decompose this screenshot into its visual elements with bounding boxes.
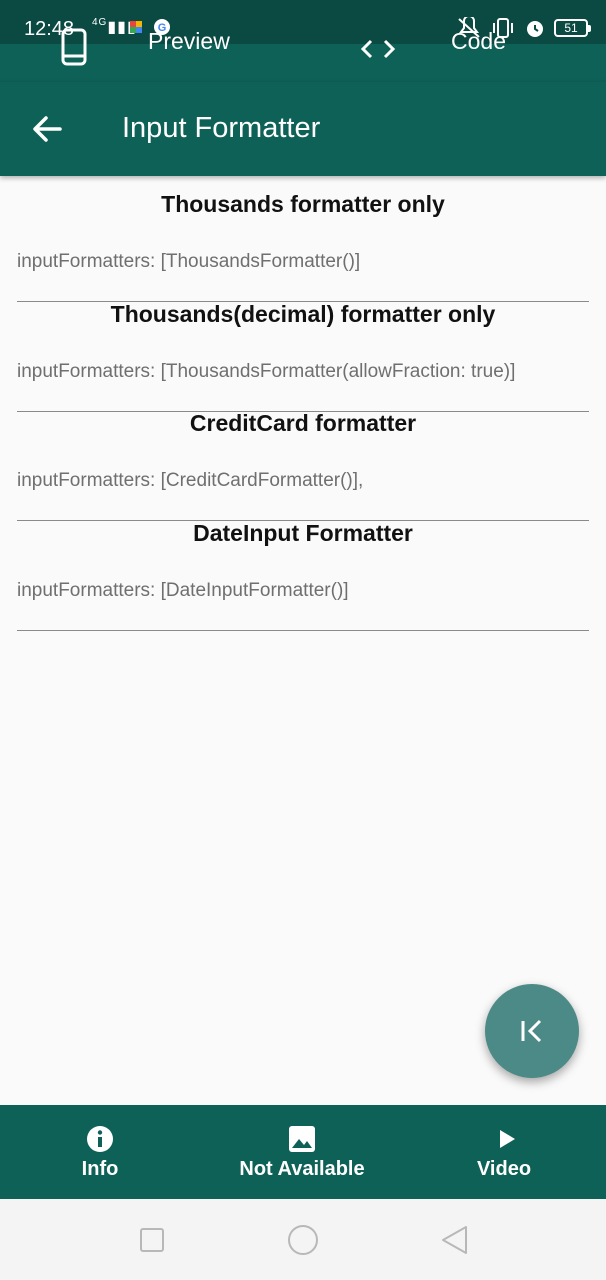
image-icon — [289, 1126, 315, 1152]
nav-not-available-label: Not Available — [239, 1158, 365, 1180]
input-placeholder: inputFormatters: [ThousandsFormatter(all… — [17, 361, 516, 382]
nav-info[interactable]: Info — [50, 1105, 150, 1199]
nav-video-label: Video — [476, 1158, 532, 1180]
section-title: Thousands formatter only — [161, 191, 445, 217]
info-icon — [87, 1126, 113, 1152]
section-thousands-decimal: Thousands(decimal) formatter only inputF… — [0, 286, 606, 412]
recents-icon[interactable] — [135, 1223, 169, 1257]
input-placeholder: inputFormatters: [DateInputFormatter()] — [17, 580, 349, 601]
section-creditcard: CreditCard formatter inputFormatters: [C… — [0, 395, 606, 521]
battery-level: 51 — [564, 21, 578, 35]
nav-video[interactable]: Video — [454, 1105, 554, 1199]
section-title: Thousands(decimal) formatter only — [110, 301, 496, 327]
nav-not-available[interactable]: Not Available — [222, 1105, 382, 1199]
first-page-icon — [521, 1019, 542, 1043]
code-icon[interactable] — [360, 38, 396, 60]
battery-icon: 51 — [554, 19, 591, 37]
arrow-left-icon[interactable] — [30, 112, 64, 146]
input-placeholder: inputFormatters: [ThousandsFormatter()] — [17, 251, 361, 272]
nav-info-label: Info — [81, 1158, 119, 1180]
status-bar: 12:48 4G▮▮▮ G 51 — [0, 0, 606, 44]
system-navigation-bar — [0, 1199, 606, 1280]
section-thousands: Thousands formatter only inputFormatters… — [0, 176, 606, 302]
input-placeholder: inputFormatters: [CreditCardFormatter()]… — [17, 470, 364, 491]
home-icon[interactable] — [286, 1223, 320, 1257]
top-tab-bar: 12:48 4G▮▮▮ G 51 Preview Code — [0, 0, 606, 82]
phone-icon[interactable] — [60, 28, 88, 66]
section-dateinput: DateInput Formatter inputFormatters: [Da… — [0, 505, 606, 631]
app-bar: Input Formatter — [0, 82, 606, 176]
back-triangle-icon[interactable] — [438, 1223, 472, 1257]
bottom-navigation: Info Not Available Video — [0, 1105, 606, 1199]
tab-preview[interactable]: Preview — [148, 28, 230, 55]
section-title: DateInput Formatter — [193, 520, 413, 546]
tab-code[interactable]: Code — [451, 28, 506, 55]
section-title: CreditCard formatter — [189, 410, 417, 436]
network-type: 4G — [92, 17, 108, 28]
first-page-button[interactable] — [485, 984, 579, 1078]
page-title: Input Formatter — [122, 112, 321, 144]
dateinput-input[interactable]: inputFormatters: [DateInputFormatter()] — [17, 563, 589, 631]
play-icon — [500, 1130, 515, 1148]
alarm-icon — [527, 21, 543, 37]
